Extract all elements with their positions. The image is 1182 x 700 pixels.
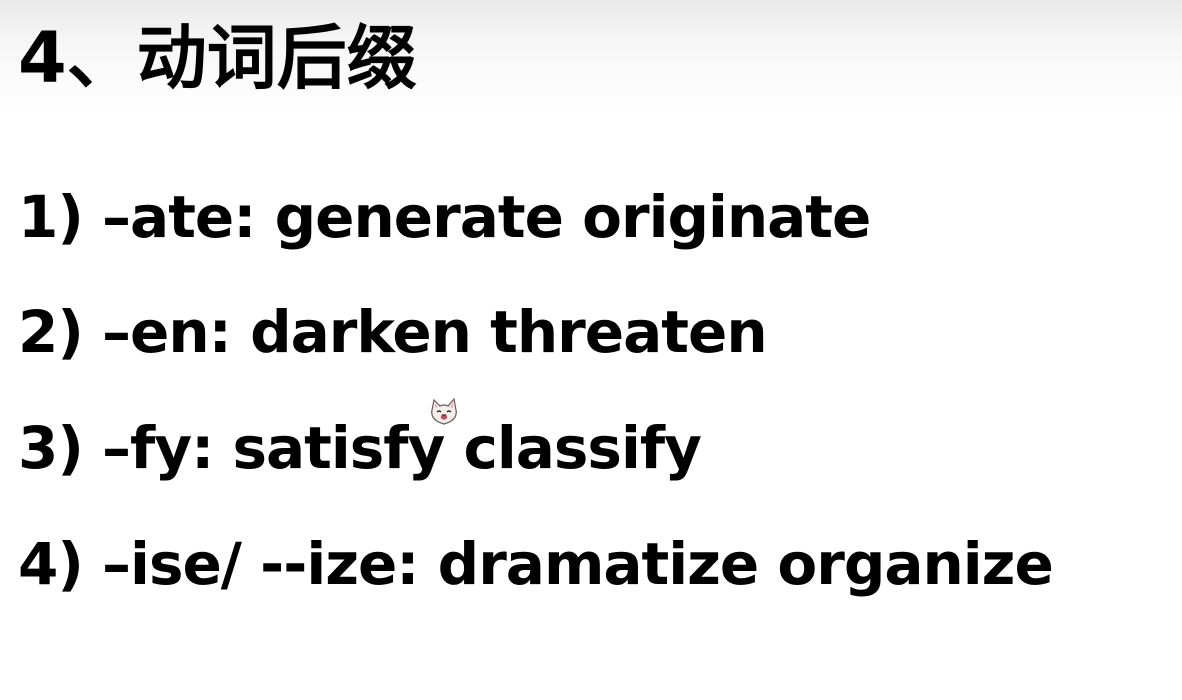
slide: 4、动词后缀 1) –ate: generate originate 2) –e…	[0, 0, 1182, 700]
list-item: 2) –en: darken threaten	[18, 298, 768, 366]
list-item: 4) –ise/ --ize: dramatize organize	[18, 530, 1054, 598]
list-item: 3) –fy: satisfy classify	[18, 414, 702, 482]
slide-title: 4、动词后缀	[18, 17, 417, 99]
list-item: 1) –ate: generate originate	[18, 183, 871, 251]
cat-face-icon	[429, 397, 459, 426]
